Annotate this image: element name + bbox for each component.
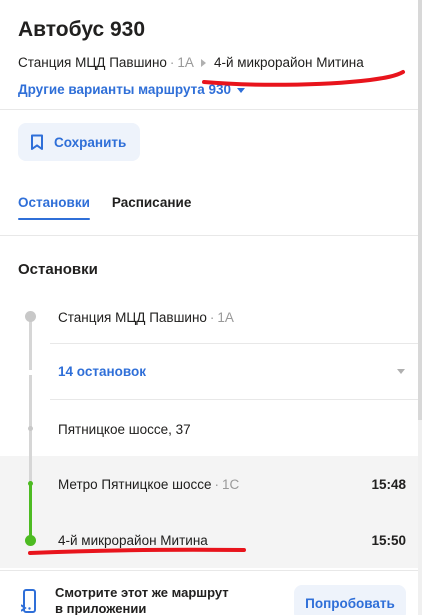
- route-from: Станция МЦД Павшино: [18, 55, 167, 70]
- other-variants-link[interactable]: Другие варианты маршрута 930: [18, 82, 246, 97]
- chevron-down-icon[interactable]: [397, 369, 405, 374]
- tab-schedule[interactable]: Расписание: [112, 195, 191, 219]
- phone-icon: [21, 589, 36, 613]
- try-app-button[interactable]: Попробовать: [294, 585, 406, 615]
- separator-dot: ·: [169, 55, 175, 70]
- stop-arrival-time: 15:48: [371, 477, 406, 492]
- tab-bar: Остановки Расписание: [18, 195, 213, 220]
- stop-name: 4-й микрорайон Митина: [58, 533, 208, 548]
- other-variants-label: Другие варианты маршрута 930: [18, 82, 232, 97]
- stop-code: 1С: [222, 477, 240, 492]
- stops-section-title: Остановки: [18, 261, 98, 278]
- stop-row[interactable]: 4-й микрорайон Митина 15:50: [0, 512, 418, 568]
- stop-arrival-time: 15:50: [371, 533, 406, 548]
- app-promo-bar: Смотрите этот же маршрут в приложении По…: [0, 570, 418, 615]
- timeline-gap-marker: [26, 368, 35, 377]
- separator-dot: ·: [214, 477, 220, 492]
- stop-row[interactable]: Метро Пятницкое шоссе · 1С 15:48: [0, 456, 418, 512]
- divider: [0, 235, 418, 236]
- stop-name: Станция МЦД Павшино · 1А: [58, 310, 234, 325]
- chevron-down-icon: [237, 87, 246, 93]
- stop-name: Пятницкое шоссе, 37: [58, 422, 191, 437]
- promo-text: Смотрите этот же маршрут в приложении: [55, 585, 229, 615]
- arrow-right-icon: [200, 58, 206, 67]
- stop-name-text: Станция МЦД Павшино: [58, 310, 207, 325]
- timeline-stop-marker: [28, 481, 33, 486]
- timeline-stop-marker: [28, 426, 33, 431]
- tab-stops[interactable]: Остановки: [18, 195, 90, 220]
- save-button-label: Сохранить: [54, 134, 127, 150]
- divider: [0, 109, 418, 110]
- promo-line: Смотрите этот же маршрут: [55, 585, 229, 600]
- promo-line: в приложении: [55, 601, 147, 615]
- stop-row[interactable]: Пятницкое шоссе, 37: [0, 400, 418, 456]
- timeline-stop-marker: [25, 311, 36, 322]
- stop-code: 1А: [217, 310, 234, 325]
- scrollbar[interactable]: [418, 0, 422, 615]
- route-timeline-active: [29, 484, 32, 540]
- route-panel: Автобус 930 Станция МЦД Павшино · 1А 4-й…: [0, 0, 418, 615]
- stop-name: Метро Пятницкое шоссе · 1С: [58, 477, 239, 492]
- scrollbar-thumb[interactable]: [418, 0, 422, 420]
- route-from-code: 1А: [177, 55, 194, 70]
- stop-name-text: Метро Пятницкое шоссе: [58, 477, 212, 492]
- route-timeline-inactive: [29, 316, 32, 484]
- route-endpoints: Станция МЦД Павшино · 1А 4-й микрорайон …: [18, 55, 364, 70]
- bookmark-icon: [31, 134, 43, 150]
- divider: [50, 343, 418, 344]
- stop-row[interactable]: Станция МЦД Павшино · 1А: [0, 289, 418, 345]
- timeline-stop-marker: [25, 535, 36, 546]
- route-to: 4-й микрорайон Митина: [213, 55, 364, 70]
- separator-dot: ·: [209, 310, 215, 325]
- page-title: Автобус 930: [18, 18, 146, 41]
- expand-stops-button[interactable]: 14 остановок: [58, 364, 146, 379]
- save-button[interactable]: Сохранить: [18, 123, 140, 161]
